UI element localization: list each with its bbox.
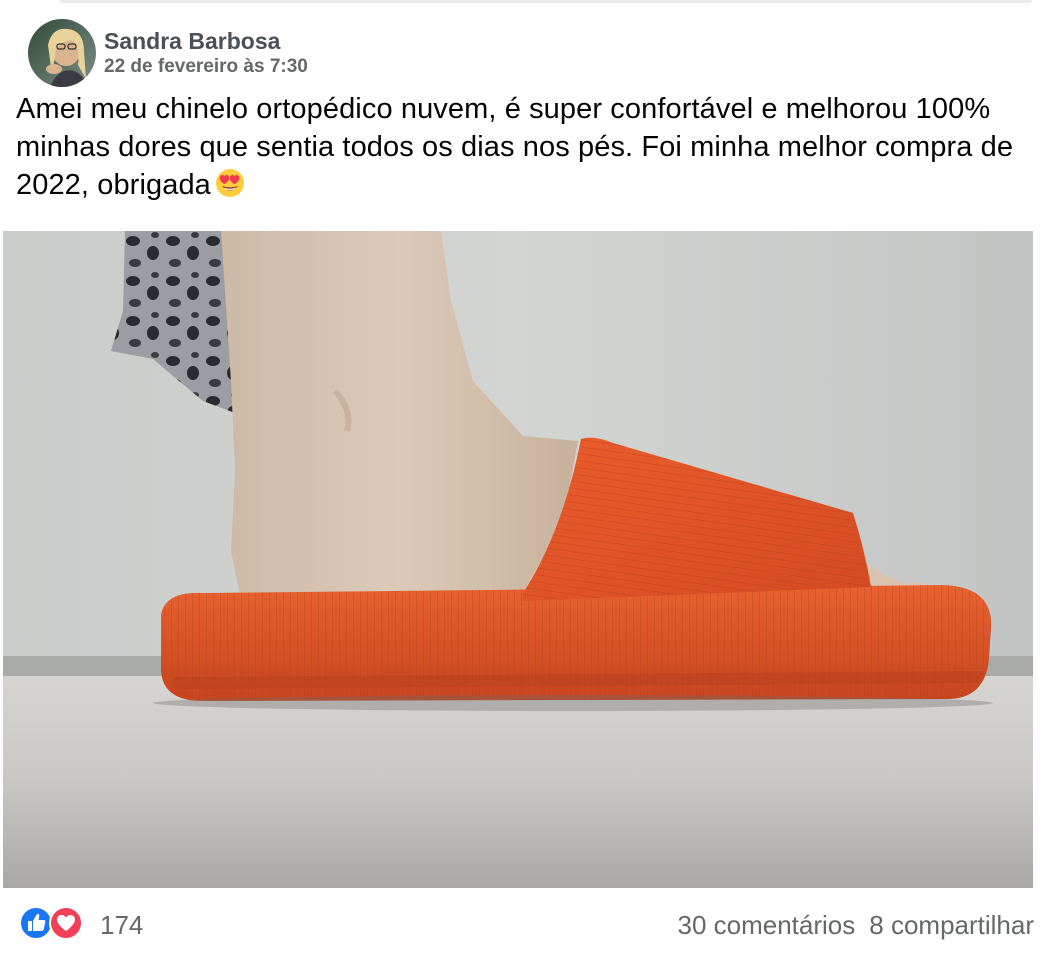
love-reaction-icon [48,905,84,946]
facebook-post: Sandra Barbosa 22 de fevereiro às 7:30 A… [0,0,1046,958]
shares-count-link[interactable]: 8 compartilhar [869,910,1034,941]
post-text: Amei meu chinelo ortopédico nuvem, é sup… [16,90,1026,208]
post-timestamp[interactable]: 22 de fevereiro às 7:30 [104,55,308,79]
divider [60,0,1032,3]
reaction-count: 174 [100,909,144,940]
post-photo[interactable] [3,231,1033,888]
heart-eyes-emoji-icon [215,168,245,208]
post-text-content: Amei meu chinelo ortopédico nuvem, é sup… [16,93,1014,201]
comments-count-link[interactable]: 30 comentários [678,910,856,941]
post-header: Sandra Barbosa 22 de fevereiro às 7:30 [28,18,308,88]
engagement-summary: 30 comentários 8 compartilhar [678,910,1035,941]
post-footer: 174 30 comentários 8 compartilhar [18,900,1034,950]
author-name[interactable]: Sandra Barbosa [104,27,308,55]
post-meta: Sandra Barbosa 22 de fevereiro às 7:30 [104,27,308,79]
reactions[interactable]: 174 [18,905,143,946]
avatar[interactable] [28,19,96,87]
